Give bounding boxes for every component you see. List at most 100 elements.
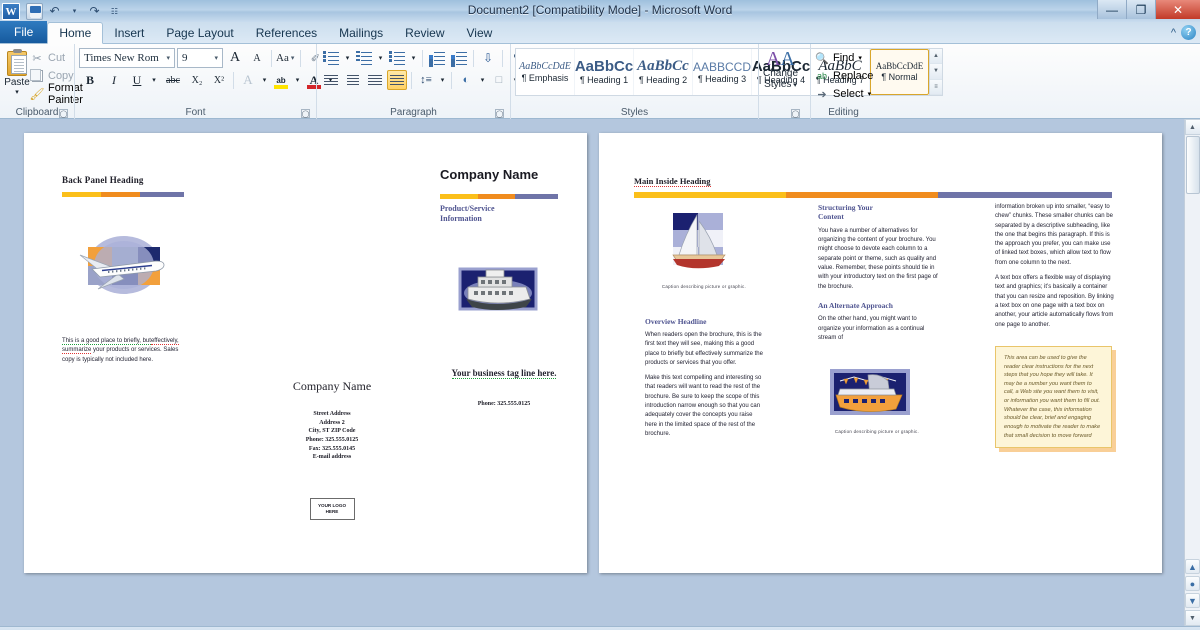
bullets-icon[interactable]	[321, 48, 341, 68]
ribbon-help-area: ^ ?	[1171, 25, 1196, 40]
select-button[interactable]: ➔ Select ▾	[815, 86, 873, 102]
decrease-indent-icon[interactable]	[427, 48, 447, 68]
align-center-icon[interactable]	[343, 70, 363, 90]
tab-review[interactable]: Review	[394, 23, 455, 43]
style-heading-2[interactable]: AaBbCc ¶ Heading 2	[634, 49, 693, 95]
tab-file[interactable]: File	[0, 21, 47, 43]
font-size-combo[interactable]: 9 ▾	[177, 48, 223, 68]
underline-button[interactable]: U	[127, 70, 147, 90]
inside-accent-rule	[634, 192, 1112, 198]
word-app-icon[interactable]: W	[2, 3, 20, 20]
numbering-icon[interactable]	[354, 48, 374, 68]
customize-qat-icon[interactable]: ☷	[105, 2, 124, 21]
bold-button[interactable]: B	[79, 70, 101, 90]
tab-view[interactable]: View	[456, 23, 504, 43]
paragraph-dialog-launcher[interactable]: ◯	[495, 109, 504, 118]
highlight-caret-icon[interactable]: ▾	[293, 70, 302, 90]
undo-dropdown-icon[interactable]: ▾	[65, 2, 84, 21]
bullets-caret-icon[interactable]: ▾	[343, 48, 352, 68]
justify-icon[interactable]	[387, 70, 407, 90]
paste-caret-icon[interactable]: ▾	[15, 88, 19, 96]
style-label: ¶ Heading 3	[698, 74, 746, 84]
minimize-ribbon-icon[interactable]: ^	[1171, 27, 1176, 39]
style-label: ¶ Heading 1	[580, 75, 628, 85]
borders-icon[interactable]: □	[489, 70, 509, 90]
scroll-up-icon[interactable]: ▲	[1185, 119, 1200, 135]
styles-scroll-down-icon[interactable]: ▼	[930, 64, 942, 79]
numbering-caret-icon[interactable]: ▾	[376, 48, 385, 68]
document-page-1[interactable]: Back Panel Heading	[24, 133, 587, 573]
shading-caret-icon[interactable]: ▾	[478, 70, 487, 90]
editing-group-label: Editing	[815, 105, 872, 119]
subscript-button[interactable]: X₂	[187, 70, 207, 90]
increase-indent-icon[interactable]	[449, 48, 469, 68]
scrollbar-thumb[interactable]	[1186, 136, 1200, 194]
save-icon[interactable]	[25, 2, 44, 21]
style-heading-3[interactable]: AABBCCD ¶ Heading 3	[693, 49, 752, 95]
change-case-icon[interactable]: Aa▾	[276, 48, 296, 68]
overview-para-2: Make this text compelling and interestin…	[645, 374, 765, 439]
styles-more-icon[interactable]: ≡	[930, 80, 942, 95]
find-button[interactable]: 🔍 Find ▾	[815, 50, 873, 66]
cruise-boat-clipart[interactable]	[824, 367, 938, 422]
shading-icon[interactable]: ◐	[456, 70, 476, 90]
minimize-button[interactable]: —	[1097, 0, 1126, 19]
vertical-scrollbar[interactable]: ▲ ▲ ● ▼ ▼	[1184, 119, 1200, 626]
styles-gallery-scrollbar[interactable]: ▲ ▼ ≡	[929, 49, 942, 95]
align-left-icon[interactable]	[321, 70, 341, 90]
font-name-combo[interactable]: Times New Rom ▾	[79, 48, 175, 68]
shrink-font-icon[interactable]: A	[247, 48, 267, 68]
grow-font-icon[interactable]: A	[225, 48, 245, 68]
change-styles-button[interactable]: AA Change Styles ▾	[763, 47, 798, 90]
logo-placeholder[interactable]: YOUR LOGO HERE	[310, 498, 355, 520]
text-effects-icon[interactable]: A	[238, 70, 258, 90]
text-highlight-icon[interactable]: ab	[271, 70, 291, 90]
tab-page-layout[interactable]: Page Layout	[155, 23, 244, 43]
select-browse-object-icon[interactable]: ●	[1185, 576, 1200, 591]
style-normal[interactable]: AaBbCcDdE ¶ Normal	[870, 49, 929, 95]
document-canvas[interactable]: Back Panel Heading	[0, 119, 1200, 626]
next-page-icon[interactable]: ▼	[1185, 593, 1200, 608]
style-heading-1[interactable]: AaBbCc ¶ Heading 1	[575, 49, 634, 95]
restore-button[interactable]: ❐	[1126, 0, 1155, 19]
previous-page-icon[interactable]: ▲	[1185, 559, 1200, 574]
style-preview: AaBbCcDdE	[519, 62, 571, 72]
close-button[interactable]: ✕	[1155, 0, 1200, 19]
select-caret-icon[interactable]: ▾	[868, 90, 872, 98]
replace-button[interactable]: ab Replace	[815, 68, 873, 84]
styles-dialog-launcher[interactable]: ◯	[791, 109, 800, 118]
clipboard-dialog-launcher[interactable]: ◯	[59, 109, 68, 118]
select-arrow-icon: ➔	[815, 87, 829, 101]
underline-caret-icon[interactable]: ▾	[149, 70, 159, 90]
line-spacing-caret-icon[interactable]: ▾	[438, 70, 447, 90]
airplane-clipart[interactable]	[72, 227, 170, 301]
strikethrough-button[interactable]: abc	[161, 70, 185, 90]
paste-button[interactable]: Paste ▾	[4, 47, 30, 96]
tab-mailings[interactable]: Mailings	[328, 23, 394, 43]
align-right-icon[interactable]	[365, 70, 385, 90]
font-name-caret-icon[interactable]: ▾	[164, 54, 172, 62]
superscript-button[interactable]: X²	[209, 70, 229, 90]
style-emphasis[interactable]: AaBbCcDdE ¶ Emphasis	[516, 49, 575, 95]
tab-references[interactable]: References	[245, 23, 328, 43]
line-spacing-icon[interactable]: ↕≡	[416, 70, 436, 90]
find-caret-icon[interactable]: ▾	[858, 54, 862, 62]
multilevel-list-icon[interactable]	[387, 48, 407, 68]
text-effects-caret-icon[interactable]: ▾	[260, 70, 269, 90]
undo-icon[interactable]: ↶	[45, 2, 64, 21]
cover-panel-column: Company Name Product/Service Information	[440, 167, 568, 407]
sort-icon[interactable]: ⇩	[478, 48, 498, 68]
sailboat-clipart[interactable]	[659, 211, 765, 278]
font-size-caret-icon[interactable]: ▾	[212, 54, 220, 62]
document-page-2[interactable]: Main Inside Heading	[599, 133, 1162, 573]
italic-button[interactable]: I	[103, 70, 125, 90]
font-dialog-launcher[interactable]: ◯	[301, 109, 310, 118]
styles-scroll-up-icon[interactable]: ▲	[930, 49, 942, 64]
redo-icon[interactable]: ↷	[85, 2, 104, 21]
help-icon[interactable]: ?	[1181, 25, 1196, 40]
ferry-boat-clipart[interactable]	[452, 263, 544, 313]
scroll-down-icon[interactable]: ▼	[1185, 610, 1200, 626]
multilevel-caret-icon[interactable]: ▾	[409, 48, 418, 68]
tab-home[interactable]: Home	[47, 22, 103, 44]
tab-insert[interactable]: Insert	[103, 23, 155, 43]
